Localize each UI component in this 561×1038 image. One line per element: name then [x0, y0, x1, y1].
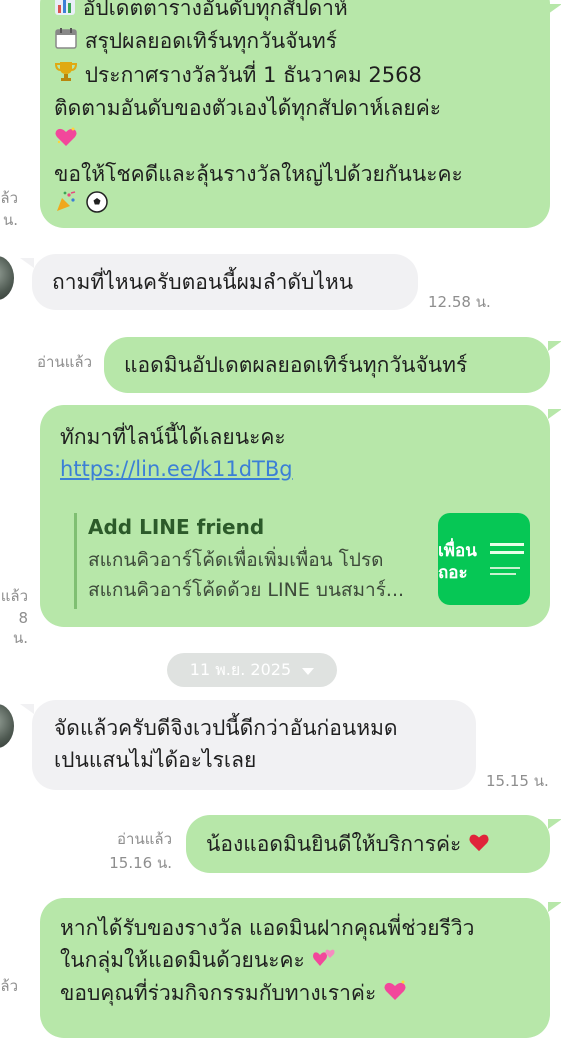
red-heart-icon	[468, 829, 490, 861]
avatar[interactable]	[0, 704, 14, 748]
message-text: ถามที่ไหนครับตอนนี้ผมลำดับไหน	[52, 270, 354, 294]
outgoing-message-4[interactable]: ทักมาที่ไลน์นี้ได้เลยนะคะ https://lin.ee…	[40, 405, 550, 627]
message-line	[54, 190, 550, 224]
bubble-tail	[548, 902, 561, 912]
message-line: อัปเดตตารางอันดับทุกสัปดาห์	[54, 0, 550, 25]
incoming-message-2[interactable]: ถามที่ไหนครับตอนนี้ผมลำดับไหน	[32, 254, 418, 310]
bubble-tail	[548, 409, 561, 419]
message-line: ขอให้โชคดีและลุ้นรางวัลใหญ่ไปด้วยกันนะคะ	[54, 161, 463, 186]
outgoing-message-3[interactable]: แอดมินอัปเดตผลยอดเทิร์นทุกวันจันทร์	[104, 337, 550, 393]
bubble-tail	[548, 341, 561, 351]
message-text: ทักมาที่ไลน์นี้ได้เลยนะคะ	[60, 425, 286, 449]
message-text: แอดมินอัปเดตผลยอดเทิร์นทุกวันจันทร์	[124, 353, 468, 377]
message-time: 15.16 น.	[109, 854, 172, 872]
message-time: 8 น.	[12, 609, 28, 647]
bubble-tail	[20, 704, 34, 714]
chevron-down-icon	[302, 654, 315, 688]
message-time: 15.15 น.	[486, 772, 549, 790]
incoming-message-5[interactable]: จัดแล้วครับดีจิงเวปนี้ดีกว่าอันก่อนหมด เ…	[32, 700, 476, 790]
message-line: สรุปผลยอดเทิร์นทุกวันจันทร์	[54, 25, 550, 59]
message-text: น้องแอดมินยินดีให้บริการค่ะ	[206, 832, 462, 856]
message-line: ประกาศรางวัลวันที่ 1 ธันวาคม 2568	[54, 59, 550, 93]
avatar[interactable]	[0, 256, 14, 300]
thumbnail-decoration	[490, 567, 520, 569]
read-status: แล้ว	[0, 587, 28, 605]
message-line: ขอบคุณที่ร่วมกิจกรรมกับทางเราค่ะ	[60, 977, 550, 1010]
thumbnail-text: ถอะ	[438, 563, 468, 583]
trophy-icon	[54, 59, 78, 92]
read-status: อ่านแล้ว	[37, 353, 92, 371]
message-line: เปนแสนไม่ได้อะไรเลย	[54, 748, 257, 772]
two-hearts-icon	[312, 945, 338, 977]
bubble-tail	[548, 4, 561, 14]
thumbnail-decoration	[490, 551, 524, 554]
date-divider-label: 11 พ.ย. 2025	[189, 660, 292, 679]
link-card-description: สแกนคิวอาร์โค้ดด้วย LINE บนสมาร์...	[88, 579, 405, 601]
date-divider[interactable]: 11 พ.ย. 2025	[167, 653, 337, 687]
outgoing-message-6[interactable]: น้องแอดมินยินดีให้บริการค่ะ	[186, 815, 550, 873]
outgoing-message-7[interactable]: หากได้รับของรางวัล แอดมินฝากคุณพี่ช่วยรี…	[40, 898, 550, 1038]
sparkling-heart-icon	[54, 125, 78, 158]
read-status: อ่านแล้ว	[117, 830, 172, 848]
message-line: จัดแล้วครับดีจิงเวปนี้ดีกว่าอันก่อนหมด	[54, 716, 398, 740]
message-line	[54, 124, 550, 158]
outgoing-message-1[interactable]: อัปเดตตารางอันดับทุกสัปดาห์ สรุปผลยอดเทิ…	[40, 0, 550, 228]
message-time: 12.58 น.	[428, 293, 491, 311]
link-card-description: สแกนคิวอาร์โค้ดเพื่อเพิ่มเพื่อน โปรด	[88, 549, 384, 571]
bar-chart-icon	[54, 0, 76, 25]
bubble-tail	[20, 258, 34, 268]
message-line: ติดตามอันดับของตัวเองได้ทุกสัปดาห์เลยค่ะ	[54, 96, 442, 120]
link-preview-card[interactable]: Add LINE friend สแกนคิวอาร์โค้ดเพื่อเพิ่…	[74, 513, 428, 609]
thumbnail-decoration	[490, 573, 516, 575]
soccer-ball-icon	[85, 190, 109, 223]
read-status: ล้ว	[0, 189, 18, 207]
message-link[interactable]: https://lin.ee/k11dTBg	[60, 453, 550, 485]
link-card-thumbnail[interactable]: เพื่อน ถอะ	[438, 513, 530, 605]
message-line: น้องแอดมินยินดีให้บริการค่ะ	[206, 828, 550, 861]
message-line: หากได้รับของรางวัล แอดมินฝากคุณพี่ช่วยรี…	[60, 916, 475, 940]
thumbnail-text: เพื่อน	[438, 541, 477, 561]
party-popper-icon	[54, 190, 78, 223]
sparkling-heart-icon	[383, 978, 407, 1010]
calendar-icon	[54, 26, 78, 59]
thumbnail-decoration	[490, 543, 524, 546]
read-status: ล้ว	[0, 977, 18, 995]
message-line: ในกลุ่มให้แอดมินด้วยนะคะ	[60, 944, 550, 977]
message-time: น.	[2, 211, 18, 229]
link-card-title: Add LINE friend	[88, 515, 265, 539]
bubble-tail	[548, 819, 561, 829]
